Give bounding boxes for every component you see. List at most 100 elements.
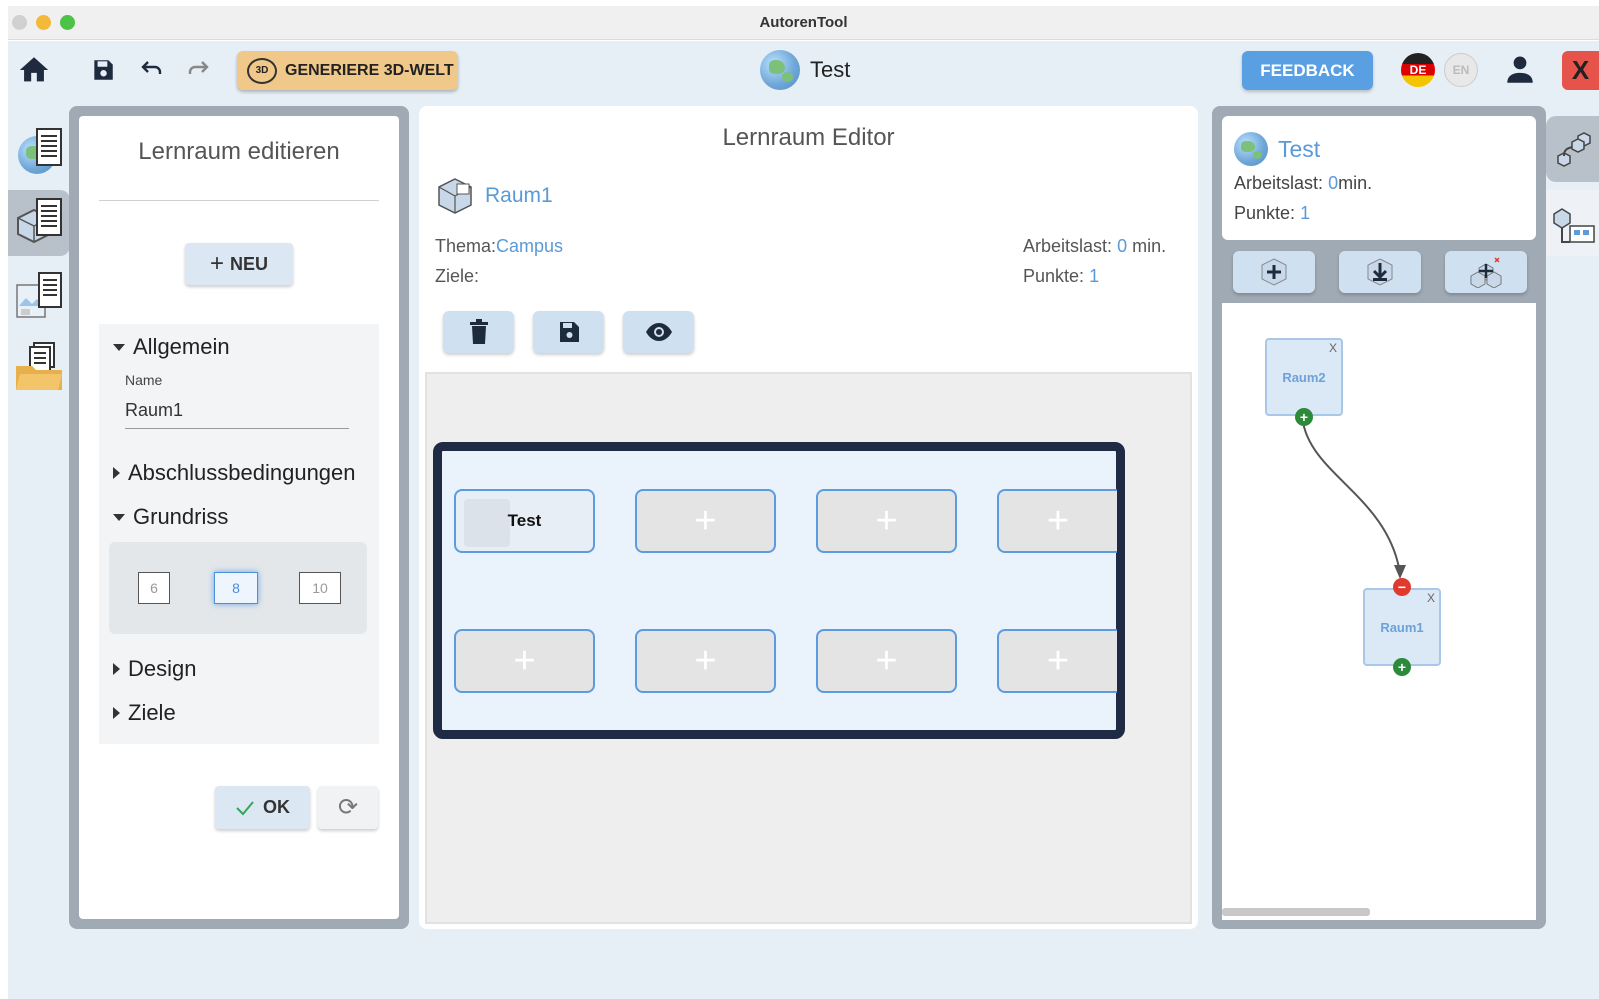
section-grundriss-label: Grundriss — [133, 504, 229, 529]
rail-content-folder[interactable] — [8, 334, 70, 400]
ok-button[interactable]: OK — [215, 786, 310, 829]
space-node-raum2[interactable]: X Raum2 + — [1265, 338, 1343, 426]
window-title: AutorenTool — [759, 14, 848, 31]
points-value: 1 — [1089, 266, 1100, 286]
new-button-label: NEU — [230, 253, 269, 274]
space-node-raum1[interactable]: X − Raum1 + — [1363, 578, 1441, 676]
path-condition-icon — [1470, 257, 1502, 288]
graph-horizontal-scrollbar[interactable] — [1222, 908, 1370, 916]
section-grundriss-header[interactable]: Grundriss — [113, 504, 228, 530]
edit-learning-space-panel: Lernraum editieren + NEU Allgemein Name … — [79, 116, 399, 919]
element-slot-8[interactable]: + — [997, 629, 1117, 693]
theme-value: Campus — [496, 236, 564, 256]
globe-icon — [1234, 132, 1268, 166]
refresh-icon: ⟳ — [337, 794, 359, 821]
outgoing-port-plus[interactable]: + — [1393, 658, 1411, 676]
expand-right-icon — [113, 663, 120, 675]
element-slot-3[interactable]: + — [816, 489, 957, 553]
element-slot-6[interactable]: + — [635, 629, 776, 693]
ok-button-label: OK — [263, 797, 290, 817]
editor-title: Lernraum Editor — [722, 124, 895, 151]
world-info-title: Test — [1234, 132, 1320, 166]
save-world-button[interactable] — [88, 53, 118, 87]
user-icon — [1507, 56, 1533, 83]
rail-learning-path[interactable] — [1546, 116, 1599, 182]
section-ziele-header[interactable]: Ziele — [113, 700, 176, 726]
node-close-button[interactable]: X — [1427, 591, 1435, 605]
floorplan-canvas: Test + + + + + + + — [425, 372, 1192, 924]
rail-learning-elements[interactable] — [8, 262, 70, 328]
eye-icon — [645, 323, 672, 341]
room-document-icon — [14, 198, 64, 248]
points-value: 1 — [1300, 203, 1311, 223]
outgoing-port-plus[interactable]: + — [1295, 408, 1313, 426]
panel-title: Lernraum editieren — [138, 138, 340, 165]
new-button[interactable]: + NEU — [185, 243, 293, 285]
add-cube-icon — [1261, 258, 1287, 286]
globe-icon — [760, 50, 800, 90]
section-abschluss-header[interactable]: Abschlussbedingungen — [113, 460, 356, 486]
language-de-button[interactable]: DE — [1401, 53, 1435, 87]
close-app-button[interactable]: X — [1562, 51, 1599, 90]
check-icon — [236, 800, 254, 815]
room-name-text: Raum1 — [485, 184, 553, 207]
node-close-button[interactable]: X — [1329, 341, 1337, 355]
world-points: Punkte: 1 — [1234, 203, 1310, 224]
floorplan-options: 6 8 10 — [109, 542, 367, 634]
room-floorplan: Test + + + + + + + — [433, 442, 1125, 739]
element-slot-5[interactable]: + — [454, 629, 595, 693]
preview-room-button[interactable] — [623, 311, 694, 353]
rail-space-layout[interactable] — [1546, 190, 1599, 256]
workload-unit: min. — [1338, 173, 1373, 193]
undo-icon — [141, 61, 162, 74]
world-title-text: Test — [810, 57, 851, 82]
undo-button[interactable] — [136, 55, 168, 85]
workload-value: 0 — [1328, 173, 1339, 193]
element-slot-4[interactable]: + — [997, 489, 1117, 553]
rail-world-overview[interactable] — [8, 120, 70, 186]
feedback-button[interactable]: FEEDBACK — [1242, 51, 1373, 90]
incoming-port-minus[interactable]: − — [1393, 578, 1411, 596]
media-document-icon — [14, 270, 64, 320]
load-space-button[interactable] — [1339, 251, 1421, 293]
element-slot-7[interactable]: + — [816, 629, 957, 693]
expand-down-icon — [113, 513, 125, 521]
add-path-condition-button[interactable] — [1445, 251, 1527, 293]
user-profile-button[interactable] — [1501, 51, 1539, 89]
section-design-header[interactable]: Design — [113, 656, 196, 682]
expand-right-icon — [113, 707, 120, 719]
floorplan-option-6[interactable]: 6 — [138, 572, 170, 604]
floorplan-option-10[interactable]: 10 — [299, 572, 341, 604]
section-allgemein-header[interactable]: Allgemein — [113, 334, 230, 360]
space-layout-icon — [1552, 208, 1595, 243]
points-label: Punkte: — [1023, 266, 1085, 286]
points-label: Punkte: — [1234, 203, 1296, 223]
learning-path-graph: X Raum2 + X − Raum1 + — [1222, 303, 1536, 920]
room-header: Raum1 — [435, 176, 553, 216]
section-allgemein-label: Allgemein — [133, 334, 230, 359]
language-en-button[interactable]: EN — [1444, 53, 1478, 87]
path-nodes-icon — [1556, 132, 1591, 167]
expand-down-icon — [113, 343, 125, 351]
room-goals: Ziele: — [435, 266, 480, 286]
redo-button[interactable] — [182, 55, 214, 85]
delete-room-button[interactable] — [443, 311, 514, 353]
element-slot-2[interactable]: + — [635, 489, 776, 553]
section-abschluss-label: Abschlussbedingungen — [128, 460, 356, 485]
generate-3d-world-button[interactable]: 3D GENERIERE 3D-WELT — [237, 51, 458, 90]
rail-learning-space[interactable] — [8, 190, 70, 256]
plus-icon: + — [209, 250, 224, 277]
node-label: Raum1 — [1380, 619, 1424, 635]
room-cube-icon — [435, 176, 475, 216]
floorplan-option-8[interactable]: 8 — [214, 572, 258, 604]
trash-icon — [469, 319, 488, 344]
add-space-button[interactable] — [1233, 251, 1315, 293]
node-label: Raum2 — [1282, 369, 1326, 385]
save-room-button[interactable] — [533, 311, 604, 353]
name-field[interactable]: Raum1 — [125, 400, 183, 421]
element-slot-1[interactable]: Test — [454, 489, 595, 553]
home-button[interactable] — [14, 51, 54, 89]
workload-label: Arbeitslast: — [1023, 236, 1113, 256]
reset-button[interactable]: ⟳ — [318, 786, 378, 829]
world-title: Test — [760, 50, 850, 90]
